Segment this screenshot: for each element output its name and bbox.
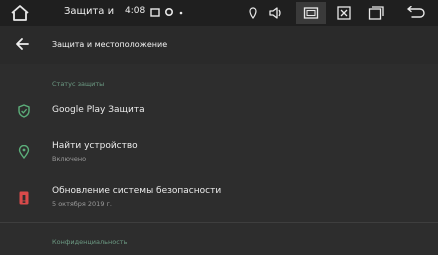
- list-item-title: Найти устройство: [52, 141, 138, 151]
- status-time: 4:08: [125, 6, 146, 16]
- back-nav-icon[interactable]: [406, 6, 426, 20]
- list-item-subtitle: Включено: [52, 155, 87, 163]
- list-item-security-update[interactable]: Обновление системы безопасности 5 октябр…: [0, 180, 438, 216]
- volume-icon[interactable]: [268, 6, 284, 20]
- list-item-play-protect[interactable]: Google Play Защита: [0, 96, 438, 126]
- screenshot-icon[interactable]: [303, 6, 319, 20]
- gear-notification-icon: [164, 7, 174, 17]
- location-icon: [249, 7, 257, 19]
- list-item-find-device[interactable]: Найти устройство Включено: [0, 134, 438, 168]
- security-update-warning-icon: [19, 191, 29, 205]
- app-toolbar: Защита и местоположение: [0, 26, 438, 64]
- photo-notification-icon: [150, 8, 160, 17]
- section-header-status: Статус защиты: [52, 80, 105, 88]
- status-app-title: Защита и: [64, 6, 115, 17]
- section-header-privacy: Конфиденциальность: [52, 238, 128, 246]
- list-item-title: Обновление системы безопасности: [52, 186, 222, 196]
- location-pin-icon: [18, 145, 30, 159]
- more-dot-icon: [179, 11, 183, 15]
- list-item-subtitle: 5 октября 2019 г.: [52, 200, 113, 208]
- list-item-title: Google Play Защита: [52, 105, 145, 115]
- close-window-icon[interactable]: [337, 6, 351, 20]
- page-title: Защита и местоположение: [52, 40, 168, 49]
- section-divider: [0, 222, 438, 223]
- recent-apps-icon[interactable]: [368, 6, 384, 20]
- back-arrow-icon[interactable]: [14, 36, 30, 52]
- shield-check-icon: [18, 104, 30, 118]
- home-icon[interactable]: [10, 4, 30, 22]
- status-bar: Защита и 4:08: [0, 0, 438, 26]
